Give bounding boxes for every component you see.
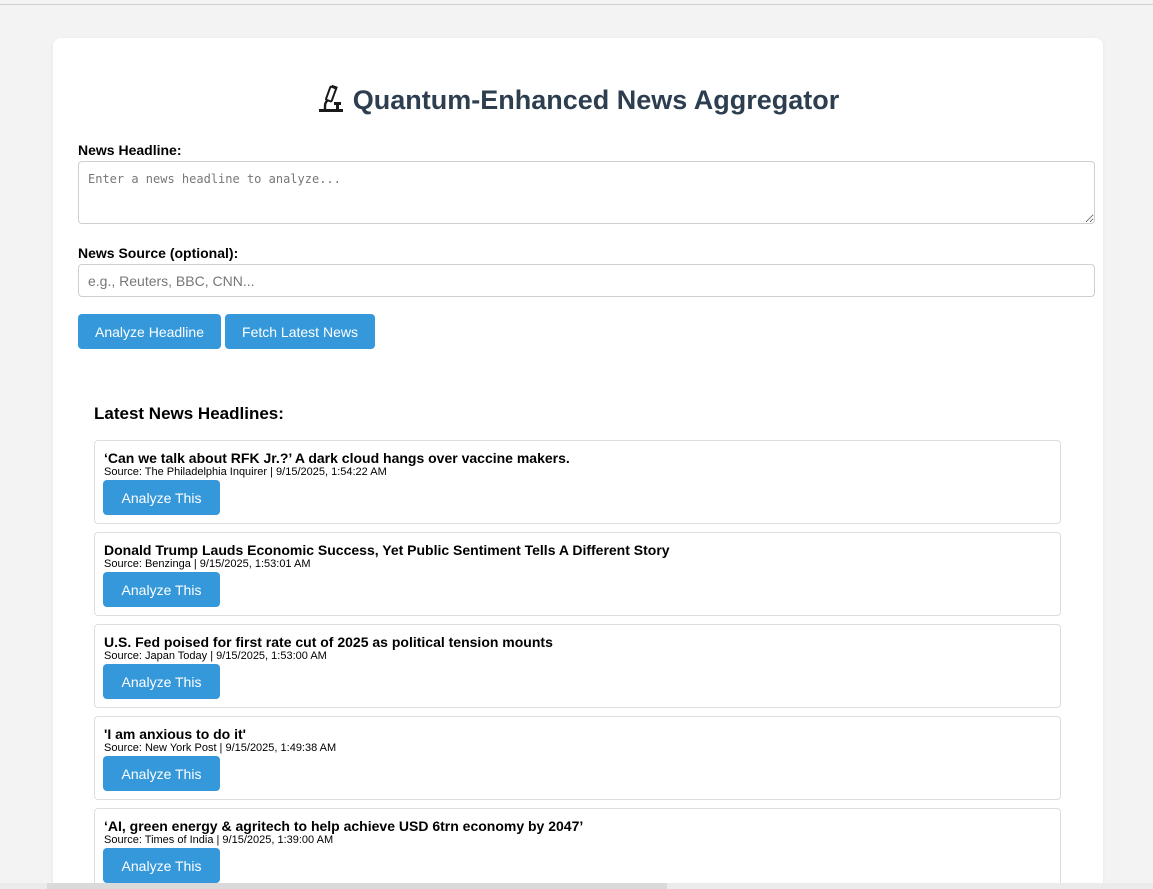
scrollbar-thumb[interactable] [47,883,667,889]
news-item-title: ‘AI, green energy & agritech to help ach… [104,818,584,834]
news-item-meta: Source: New York Post | 9/15/2025, 1:49:… [104,742,337,754]
news-item-title: Donald Trump Lauds Economic Success, Yet… [104,542,670,558]
headline-input[interactable] [78,161,1095,224]
source-label: News Source (optional): [78,245,239,261]
news-item-title: U.S. Fed poised for first rate cut of 20… [104,634,553,650]
news-item: ‘Can we talk about RFK Jr.?’ A dark clou… [94,440,1061,524]
news-item-title: ‘Can we talk about RFK Jr.?’ A dark clou… [104,450,570,466]
news-item: Donald Trump Lauds Economic Success, Yet… [94,532,1061,616]
fetch-latest-news-button[interactable]: Fetch Latest News [225,314,375,349]
news-item: U.S. Fed poised for first rate cut of 20… [94,624,1061,708]
microscope-icon [317,84,345,123]
headline-label: News Headline: [78,142,182,158]
analyze-this-button[interactable]: Analyze This [103,848,220,883]
source-input[interactable] [78,264,1095,297]
news-item-meta: Source: The Philadelphia Inquirer | 9/15… [104,466,387,478]
news-item-meta: Source: Times of India | 9/15/2025, 1:39… [104,834,334,846]
horizontal-scrollbar[interactable] [0,883,1153,889]
page-title: Quantum-Enhanced News Aggregator [53,82,1103,123]
analyze-this-button[interactable]: Analyze This [103,480,220,515]
analyze-this-button[interactable]: Analyze This [103,756,220,791]
news-item-meta: Source: Benzinga | 9/15/2025, 1:53:01 AM [104,558,311,570]
news-list: ‘Can we talk about RFK Jr.?’ A dark clou… [94,440,1061,889]
top-divider [0,4,1153,5]
analyze-this-button[interactable]: Analyze This [103,664,220,699]
news-item: 'I am anxious to do it' Source: New York… [94,716,1061,800]
analyze-headline-button[interactable]: Analyze Headline [78,314,221,349]
news-item-meta: Source: Japan Today | 9/15/2025, 1:53:00… [104,650,327,662]
analyze-this-button[interactable]: Analyze This [103,572,220,607]
news-section-heading: Latest News Headlines: [94,404,284,423]
news-item-title: 'I am anxious to do it' [104,726,247,742]
main-card: Quantum-Enhanced News Aggregator News He… [53,38,1103,889]
news-item: ‘AI, green energy & agritech to help ach… [94,808,1061,889]
page-title-text: Quantum-Enhanced News Aggregator [352,85,840,115]
